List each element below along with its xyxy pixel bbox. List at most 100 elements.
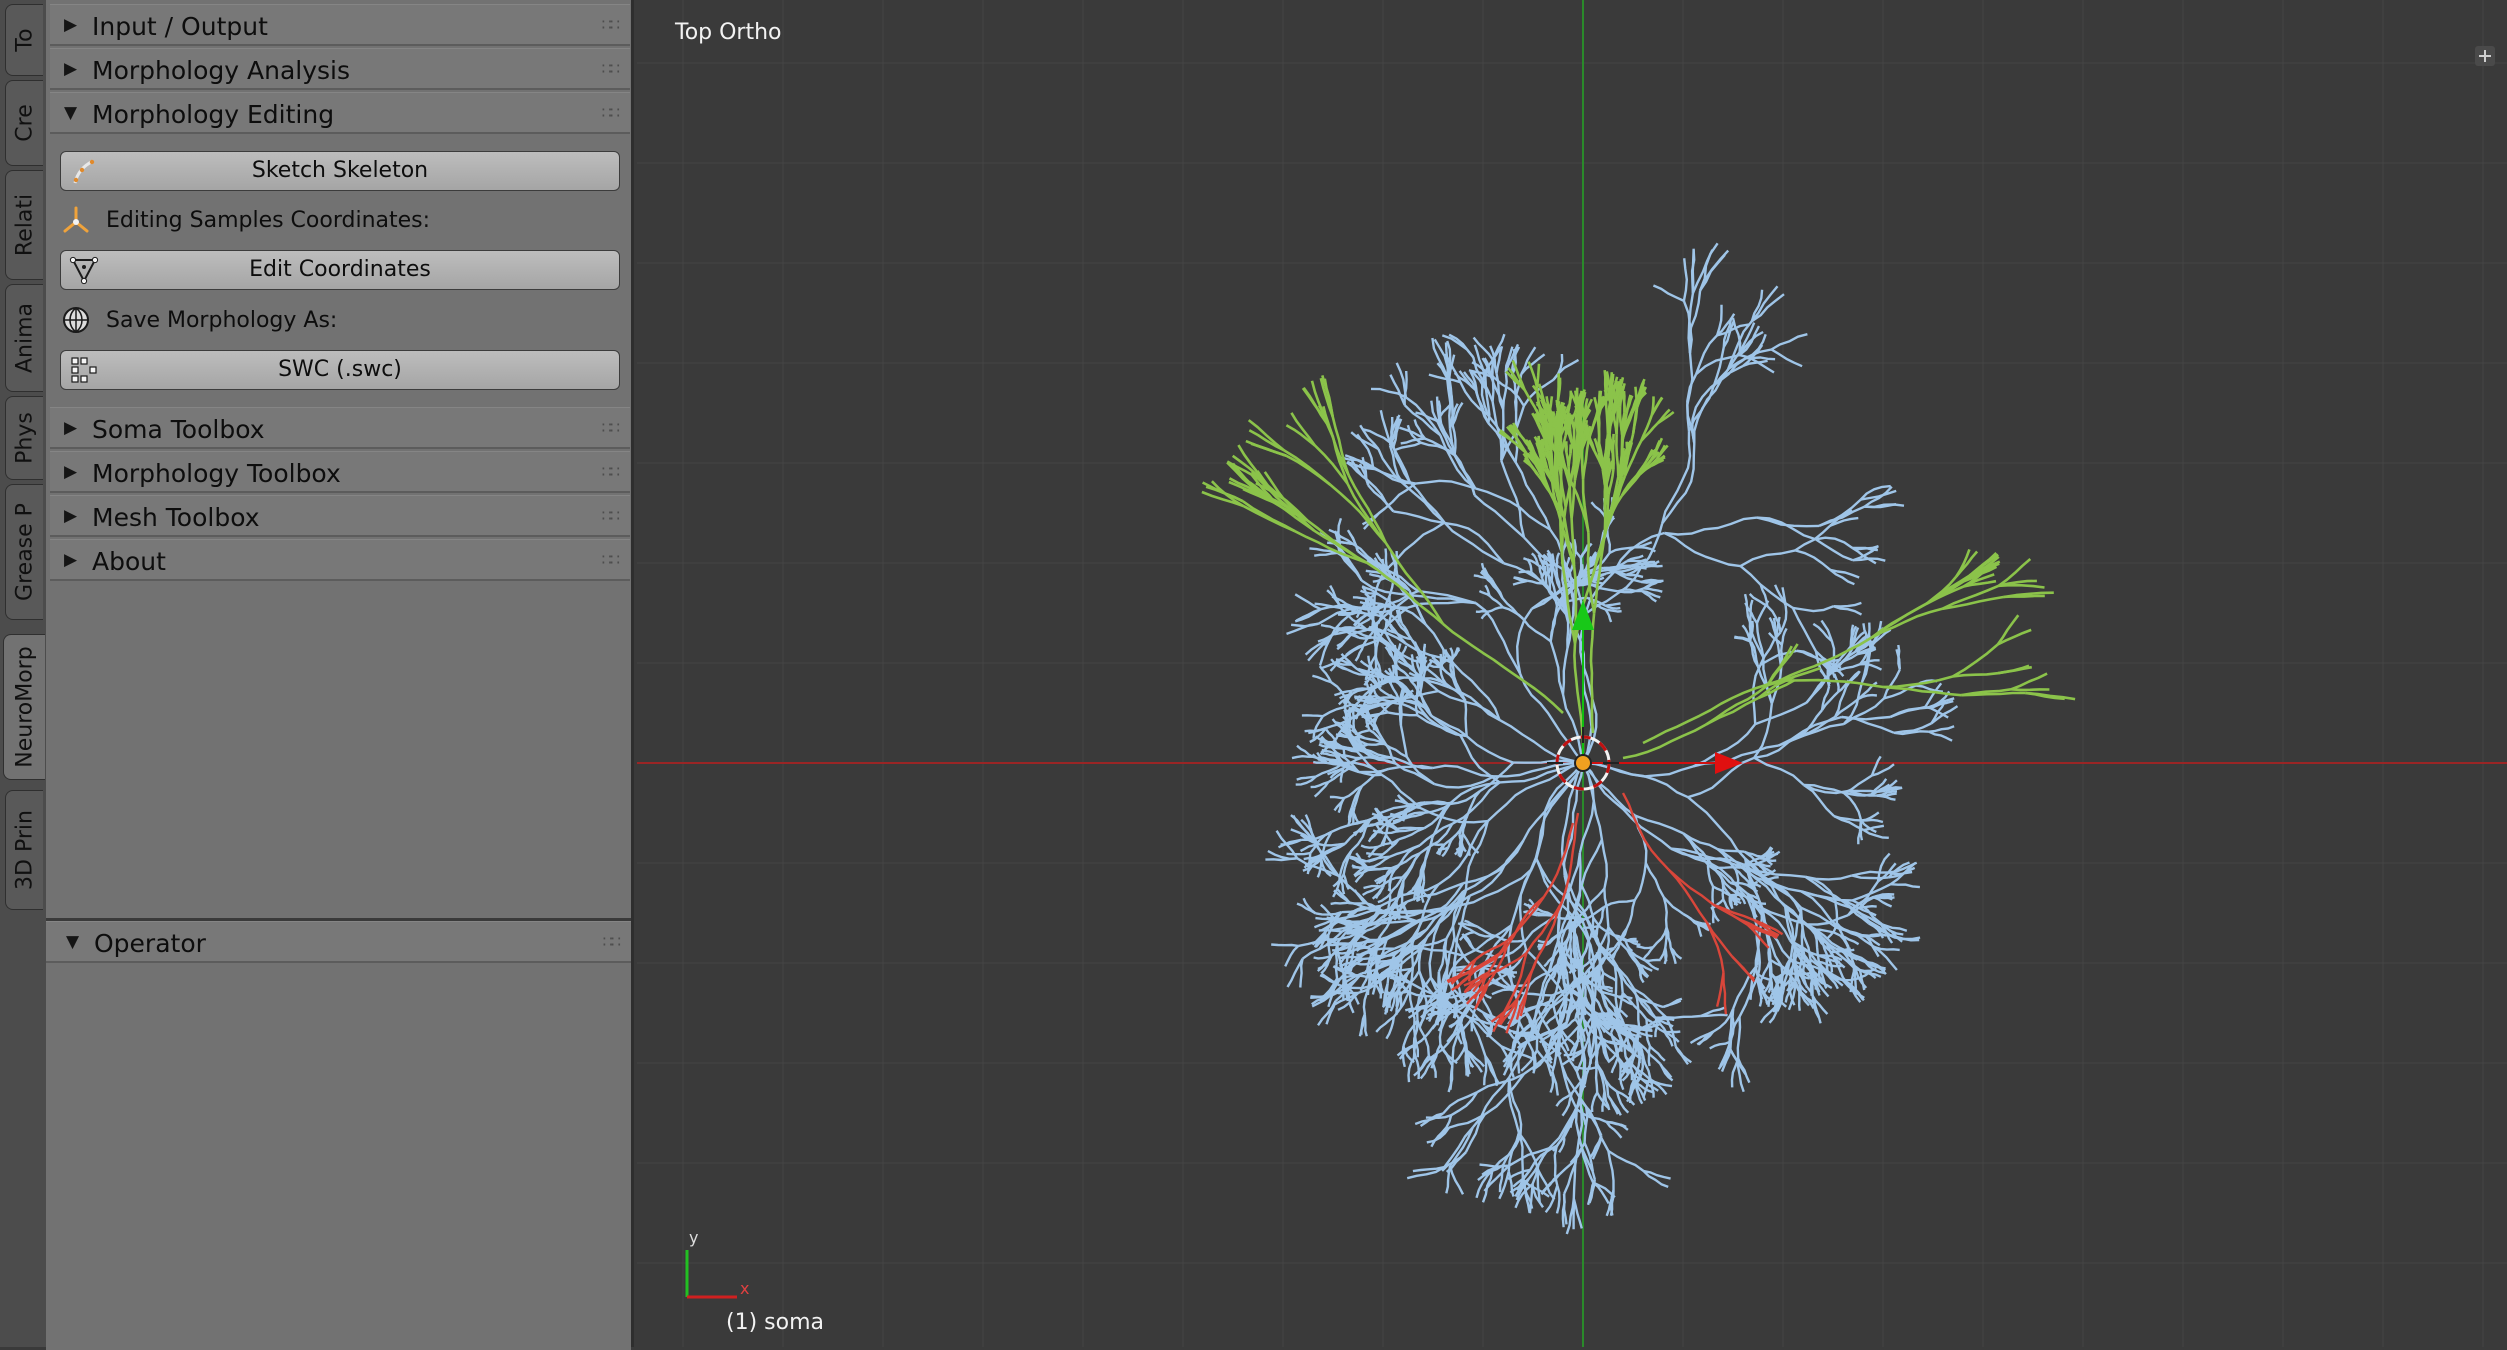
basal-dendrite-branch [1890,707,1925,717]
basal-dendrite-branch [1520,674,1583,763]
basal-dendrite-branch [1684,258,1687,301]
basal-dendrite-branch [1465,701,1466,736]
transform-manipulator[interactable] [1547,600,1743,789]
section-title: About [92,547,166,576]
basal-dendrite-branch [1467,1052,1468,1077]
basal-dendrite-branch [1349,737,1365,738]
basal-dendrite-branch [1390,878,1391,892]
section-title: Input / Output [92,12,268,41]
edit-coordinates-button[interactable]: Edit Coordinates [60,250,620,290]
drag-handle-icon[interactable]: ∷∷ [602,506,618,525]
section-morphology-analysis[interactable]: ▶ Morphology Analysis ∷∷ [50,48,630,90]
apical-dendrite-branch [2011,674,2047,690]
basal-dendrite-branch [1444,522,1503,563]
basal-dendrite-branch [1511,1050,1513,1069]
basal-dendrite-branch [1484,1056,1486,1085]
basal-dendrite-branch [1805,876,1852,880]
tab-neuromorphovis[interactable]: NeuroMorp [3,634,45,780]
tab-grease-pencil[interactable]: Grease P [5,484,43,620]
basal-dendrite-branch [1834,674,1838,692]
apical-dendrite-branch [1591,613,1594,733]
section-morphology-editing[interactable]: ▼ Morphology Editing ∷∷ [50,92,630,134]
basal-dendrite-branch [1754,758,1804,785]
basal-dendrite-branch [1355,890,1365,903]
tab-create[interactable]: Cre [5,80,43,166]
basal-dendrite-branch [1929,726,1954,732]
basal-dendrite-branch [1523,763,1583,841]
basal-dendrite-branch [1492,990,1515,995]
save-swc-button[interactable]: SWC (.swc) [60,350,620,390]
section-title: Morphology Editing [92,100,334,129]
basal-dendrite-branch [1644,1171,1669,1187]
basal-dendrite-branch [1265,858,1297,860]
collapse-arrow-icon: ▼ [66,932,79,952]
basal-dendrite-branch [1433,994,1452,995]
editing-coordinates-label: Editing Samples Coordinates: [106,208,430,233]
apical-dendrite-branch [1624,391,1625,412]
drag-handle-icon[interactable]: ∷∷ [602,418,618,437]
tab-relations[interactable]: Relati [5,170,43,280]
basal-dendrite-branch [1395,443,1421,450]
basal-dendrite-branch [1492,360,1493,401]
apical-dendrite-branch [1643,681,1779,743]
3d-viewport[interactable]: Top Ortho y x (1) soma [637,0,2507,1347]
tab-label: To [12,28,37,51]
section-soma-toolbox[interactable]: ▶ Soma Toolbox ∷∷ [50,407,630,449]
section-mesh-toolbox[interactable]: ▶ Mesh Toolbox ∷∷ [50,495,630,537]
tab-tools[interactable]: To [5,4,43,76]
tab-label: Anima [12,303,37,373]
area-split-icon[interactable] [2475,46,2495,66]
axon-branch [1707,923,1723,972]
basal-dendrite-branch [1816,539,1853,560]
basal-dendrite-branch [1297,746,1313,757]
tab-3d-printing[interactable]: 3D Prin [5,790,43,910]
section-title: Morphology Analysis [92,56,350,85]
drag-handle-icon[interactable]: ∷∷ [602,15,618,34]
drag-handle-icon[interactable]: ∷∷ [602,59,618,78]
tool-tabs: To Cre Relati Anima Phys Grease P NeuroM… [0,0,47,1347]
basal-dendrite-branch [1450,1066,1452,1090]
basal-dendrite-branch [1846,672,1859,687]
apical-dendrite-branch [1605,478,1606,534]
basal-dendrite-branch [1411,939,1446,947]
basal-dendrite-branch [1834,606,1862,614]
basal-dendrite-branch [1701,1015,1728,1016]
basal-dendrite-branch [1693,250,1694,293]
tab-physics[interactable]: Phys [5,396,43,480]
basal-dendrite-branch [1397,523,1444,559]
basal-dendrite-branch [1830,510,1852,526]
button-label: SWC (.swc) [61,357,619,382]
section-about[interactable]: ▶ About ∷∷ [50,539,630,581]
basal-dendrite-branch [1793,606,1834,611]
basal-dendrite-branch [1530,1184,1533,1213]
basal-dendrite-branch [1417,715,1460,735]
basal-dendrite-branch [1647,1019,1651,1046]
section-operator[interactable]: ▼ Operator ∷∷ [46,921,631,963]
axis-gizmo [687,1250,737,1297]
apical-dendrite-branch [1706,698,1758,725]
sketch-skeleton-button[interactable]: Sketch Skeleton [60,151,620,191]
apical-dendrite-branch [1249,430,1284,450]
expand-arrow-icon: ▶ [64,506,77,526]
basal-dendrite-branch [1637,946,1653,948]
section-input-output[interactable]: ▶ Input / Output ∷∷ [50,4,630,46]
basal-dendrite-branch [1371,676,1403,678]
drag-handle-icon[interactable]: ∷∷ [603,932,619,951]
basal-dendrite-branch [1287,853,1311,854]
section-morphology-toolbox[interactable]: ▶ Morphology Toolbox ∷∷ [50,451,630,493]
basal-dendrite-branch [1500,763,1583,782]
drag-handle-icon[interactable]: ∷∷ [602,462,618,481]
drag-handle-icon[interactable]: ∷∷ [602,550,618,569]
apical-dendrite-branch [1871,609,1942,638]
apical-dendrite-branch [1286,456,1330,485]
basal-dendrite-branch [1409,1056,1416,1082]
apical-dendrite-branch [1953,645,1998,677]
basal-dendrite-branch [1450,429,1475,489]
viewport-canvas[interactable] [637,0,2507,1347]
expand-arrow-icon: ▶ [64,418,77,438]
basal-dendrite-branch [1603,973,1616,981]
basal-dendrite-branch [1388,912,1423,913]
tab-animation[interactable]: Anima [5,284,43,392]
drag-handle-icon[interactable]: ∷∷ [602,103,618,122]
apical-dendrite-branch [1565,442,1567,453]
